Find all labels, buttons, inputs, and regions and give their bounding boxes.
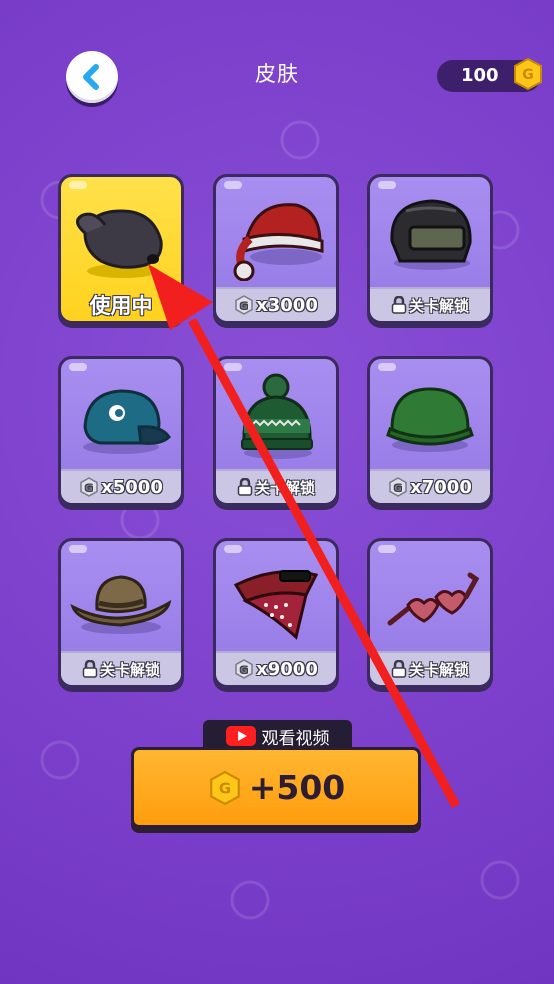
- silver-coin-icon: G: [234, 295, 254, 315]
- baseball-cap-icon: [83, 389, 171, 454]
- coin-icon: G: [209, 770, 240, 805]
- skin-price: G x3000: [216, 287, 336, 321]
- skin-locked-label: 关卡解锁: [254, 478, 315, 497]
- skin-locked-label: 关卡解锁: [408, 660, 469, 679]
- watch-video-reward-button[interactable]: G +500: [131, 747, 421, 828]
- skin-card-bandana[interactable]: G x9000: [213, 538, 339, 688]
- lock-icon: [391, 295, 407, 314]
- coin-balance: 100 G: [437, 57, 542, 92]
- skin-card-cowboy-hat[interactable]: 关卡解锁: [58, 538, 184, 688]
- cowboy-hat-icon: [70, 575, 172, 634]
- coin-icon: G: [514, 57, 542, 91]
- lock-icon: [82, 659, 98, 678]
- bandana-icon: [233, 570, 319, 640]
- skin-card-beanie[interactable]: 关卡解锁: [213, 356, 339, 506]
- skin-price-value: x3000: [256, 294, 318, 316]
- black-cap-icon: [76, 209, 163, 278]
- skin-price: G x5000: [61, 469, 181, 503]
- svg-text:G: G: [240, 666, 247, 676]
- skin-card-baseball-cap[interactable]: G x5000: [58, 356, 184, 506]
- svg-text:G: G: [522, 67, 534, 83]
- skin-price: G x9000: [216, 651, 336, 685]
- skin-price: G x7000: [370, 469, 490, 503]
- skin-price-value: x7000: [410, 476, 472, 498]
- lock-icon: [237, 477, 253, 496]
- army-helmet-icon: [386, 387, 474, 452]
- silver-coin-icon: G: [79, 477, 99, 497]
- skin-card-santa-hat[interactable]: G x3000: [213, 174, 339, 324]
- lock-icon: [391, 659, 407, 678]
- skin-price-value: x5000: [101, 476, 163, 498]
- skin-status-in-use: 使用中: [89, 294, 153, 318]
- skin-locked: 关卡解锁: [216, 469, 336, 503]
- skin-locked: 关卡解锁: [370, 651, 490, 685]
- beanie-icon: [241, 373, 313, 459]
- skin-price-value: x9000: [256, 658, 318, 680]
- watch-video-label: 观看视频: [261, 728, 330, 749]
- silver-coin-icon: G: [388, 477, 408, 497]
- skin-locked: 关卡解锁: [61, 651, 181, 685]
- skin-locked-label: 关卡解锁: [408, 296, 469, 315]
- skin-locked-label: 关卡解锁: [99, 660, 160, 679]
- svg-text:G: G: [394, 484, 401, 494]
- skin-card-black-cap[interactable]: 使用中: [58, 174, 184, 324]
- svg-text:G: G: [85, 484, 92, 494]
- santa-hat-icon: [233, 203, 324, 281]
- heart-glasses-icon: [387, 572, 480, 626]
- skin-locked: 关卡解锁: [370, 287, 490, 321]
- skin-card-helmet[interactable]: 关卡解锁: [367, 174, 493, 324]
- svg-text:G: G: [240, 302, 247, 312]
- helmet-icon: [390, 199, 472, 270]
- silver-coin-icon: G: [234, 659, 254, 679]
- video-play-icon: [225, 726, 256, 746]
- coin-count: 100: [461, 65, 499, 86]
- skin-card-army-helmet[interactable]: G x7000: [367, 356, 493, 506]
- reward-amount: +500: [248, 768, 346, 807]
- skin-card-heart-glasses[interactable]: 关卡解锁: [367, 538, 493, 688]
- svg-text:G: G: [219, 780, 231, 797]
